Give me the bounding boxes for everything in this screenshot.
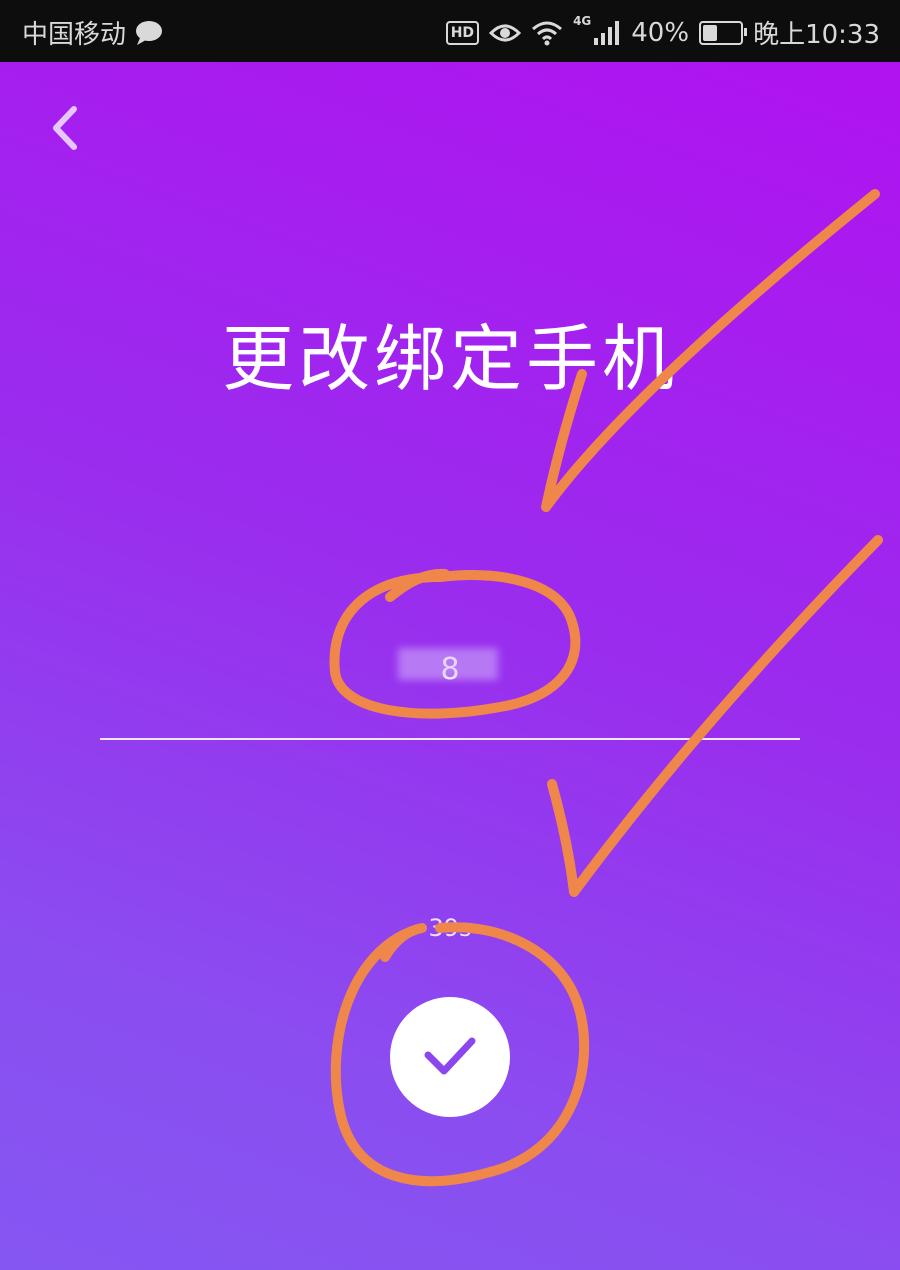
eye-icon bbox=[489, 24, 522, 41]
check-icon bbox=[424, 1037, 476, 1075]
confirm-button[interactable] bbox=[390, 997, 510, 1117]
chat-bubble-icon bbox=[136, 20, 163, 45]
page-title: 更改绑定手机 bbox=[221, 317, 678, 401]
battery-level bbox=[703, 24, 718, 41]
signal-icon bbox=[594, 20, 620, 45]
battery-percent: 40% bbox=[631, 17, 690, 48]
status-bar: 中国移动 HD 4G 40% 晚上10:33 bbox=[0, 0, 900, 62]
resend-countdown: 39s bbox=[428, 914, 472, 942]
annotation-checkmark-bottom bbox=[547, 535, 883, 897]
status-bar-right: HD 4G 40% 晚上10:33 bbox=[445, 14, 880, 51]
carrier-label: 中国移动 bbox=[22, 20, 127, 50]
status-bar-left: 中国移动 bbox=[22, 14, 164, 51]
wifi-icon bbox=[532, 21, 563, 45]
hd-badge: HD bbox=[445, 20, 480, 45]
network-type-label: 4G bbox=[573, 14, 592, 28]
change-phone-screen: 更改绑定手机 8 39s bbox=[0, 62, 900, 1270]
redacted-phone-number bbox=[398, 648, 498, 680]
chevron-left-icon bbox=[53, 106, 77, 150]
back-button[interactable] bbox=[40, 98, 90, 158]
phone-input-underline bbox=[100, 738, 800, 740]
clock: 晚上10:33 bbox=[753, 20, 880, 50]
battery-icon bbox=[699, 20, 748, 45]
